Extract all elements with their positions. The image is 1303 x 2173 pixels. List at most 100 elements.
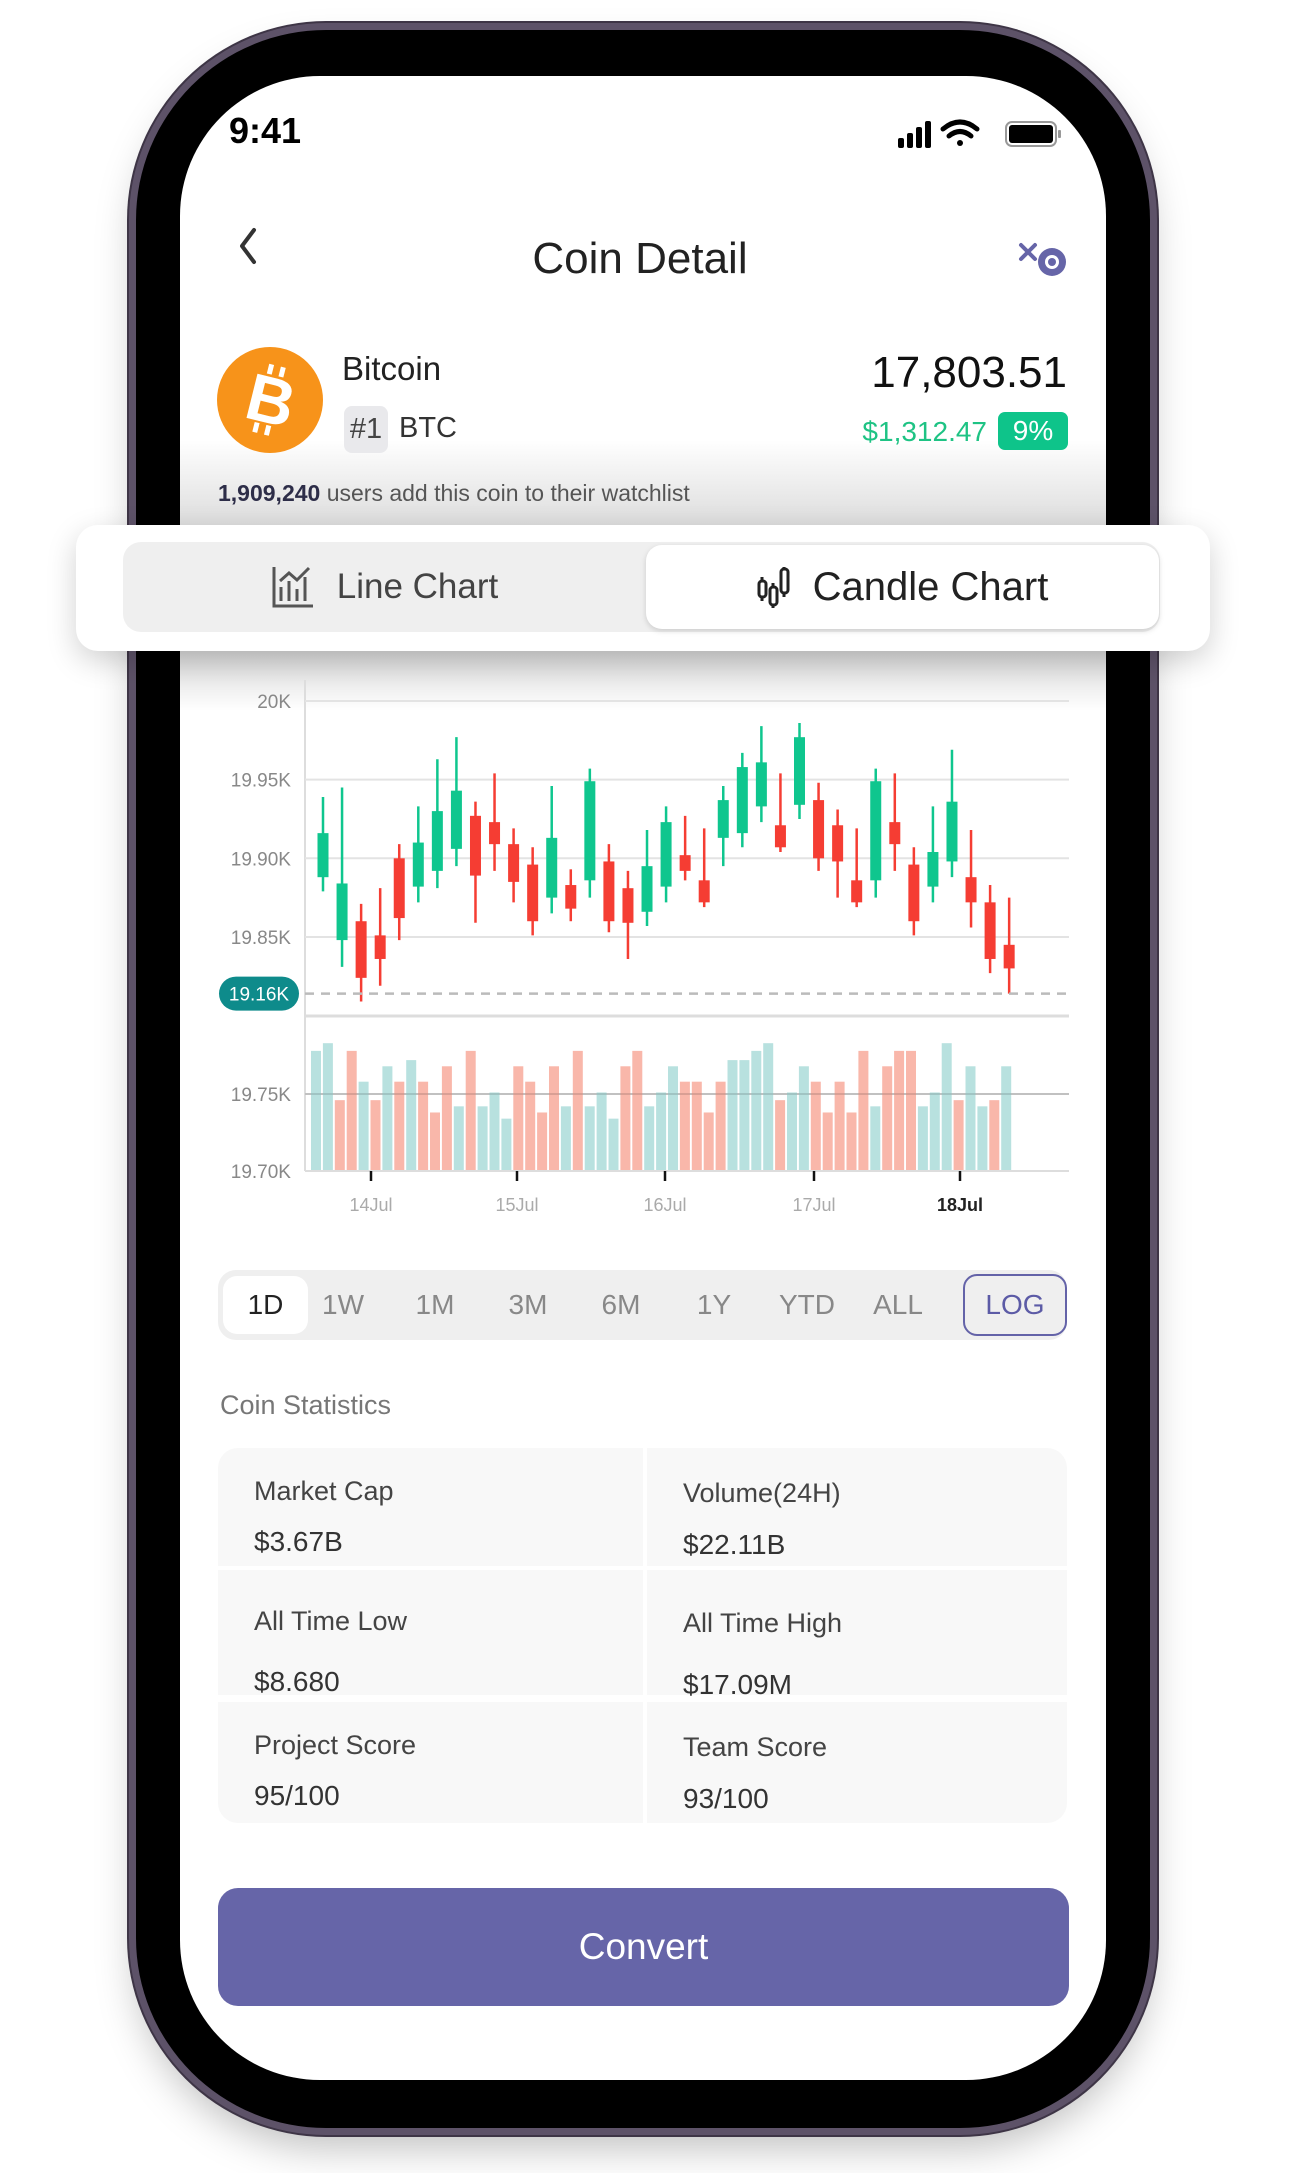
signal-icon bbox=[898, 121, 931, 148]
timeframe-6m[interactable]: 6M bbox=[581, 1276, 661, 1334]
volume-bar bbox=[787, 1092, 797, 1171]
timeframe-ytd[interactable]: YTD bbox=[767, 1276, 847, 1334]
candle-body bbox=[813, 800, 825, 859]
candle-body bbox=[412, 842, 424, 887]
volume-bar bbox=[953, 1100, 964, 1171]
timeframe-1y[interactable]: 1Y bbox=[674, 1276, 754, 1334]
volume-bar bbox=[739, 1060, 750, 1171]
volume-bar bbox=[370, 1100, 381, 1171]
chevron-left-icon[interactable] bbox=[236, 226, 260, 266]
status-time: 9:41 bbox=[229, 110, 302, 151]
wifi-icon bbox=[940, 119, 980, 146]
coin-name: Bitcoin bbox=[342, 350, 442, 387]
timeframe-3m[interactable]: 3M bbox=[488, 1276, 568, 1334]
volume-bar bbox=[334, 1100, 345, 1171]
power-button bbox=[1150, 665, 1158, 910]
volume-bar bbox=[656, 1092, 667, 1171]
rank-badge: #1 bbox=[344, 406, 388, 453]
candle-body bbox=[355, 921, 367, 978]
stat-all-time-high: All Time High $17.09M bbox=[647, 1570, 1067, 1700]
candle-body bbox=[946, 801, 958, 862]
candle-body bbox=[431, 811, 443, 871]
candle-body bbox=[508, 844, 520, 882]
stat-market-cap: Market Cap $3.67B bbox=[218, 1448, 643, 1566]
volume-bar bbox=[453, 1106, 464, 1171]
tab-label: Candle Chart bbox=[812, 564, 1049, 609]
volume-bar bbox=[679, 1081, 690, 1171]
volume-bar bbox=[906, 1050, 916, 1171]
candle-body bbox=[870, 781, 882, 881]
stat-value: $3.67B bbox=[254, 1526, 343, 1557]
volume-bar bbox=[632, 1050, 643, 1171]
candle-body bbox=[546, 837, 558, 898]
volume-bar bbox=[989, 1100, 1000, 1171]
status-icons bbox=[898, 119, 1061, 148]
candle-body bbox=[469, 815, 481, 876]
tab-candle-chart[interactable]: Candle Chart bbox=[646, 545, 1159, 629]
x-tick-label: 17Jul bbox=[792, 1195, 835, 1215]
timeframe-log[interactable]: LOG bbox=[963, 1274, 1067, 1336]
volume-bar bbox=[549, 1066, 559, 1171]
volume-bar bbox=[430, 1112, 440, 1171]
volume-down-button bbox=[128, 810, 136, 970]
candle-body bbox=[527, 864, 539, 922]
volume-bar bbox=[358, 1081, 369, 1171]
volume-bar bbox=[929, 1092, 940, 1171]
stat-value: 93/100 bbox=[683, 1783, 769, 1814]
candle-body bbox=[774, 825, 786, 848]
stat-volume-24h-: Volume(24H) $22.11B bbox=[647, 1448, 1067, 1566]
volume-bar bbox=[822, 1112, 833, 1171]
x-tick-label: 15Jul bbox=[495, 1195, 538, 1215]
price-change: $1,312.47 bbox=[862, 416, 987, 447]
watchlist-text: users add this coin to their watchlist bbox=[320, 480, 690, 506]
x-tick-label: 16Jul bbox=[643, 1195, 686, 1215]
stat-project-score: Project Score 95/100 bbox=[218, 1702, 643, 1823]
candle-body bbox=[679, 855, 691, 871]
volume-bar bbox=[941, 1043, 952, 1171]
volume-bar bbox=[751, 1050, 762, 1171]
volume-bar bbox=[382, 1066, 393, 1171]
volume-bar bbox=[894, 1050, 905, 1171]
stat-value: $17.09M bbox=[683, 1669, 792, 1700]
candle-body bbox=[622, 888, 634, 923]
volume-bar bbox=[668, 1066, 678, 1171]
candle-body bbox=[565, 885, 577, 909]
statistics-grid: Market Cap $3.67B Volume(24H) $22.11B All Ti… bbox=[218, 1448, 1067, 1823]
y-tick-label: 19.90K bbox=[231, 849, 292, 870]
eye-slash-icon[interactable] bbox=[1018, 242, 1072, 278]
candle-body bbox=[755, 762, 767, 807]
volume-bar bbox=[763, 1043, 774, 1171]
volume-bar bbox=[620, 1066, 631, 1171]
candle-body bbox=[984, 902, 996, 959]
stat-value: $22.11B bbox=[683, 1529, 786, 1560]
candle-body bbox=[374, 935, 386, 959]
candle-body bbox=[717, 800, 729, 838]
volume-bar bbox=[501, 1118, 512, 1171]
volume-bar bbox=[346, 1050, 357, 1171]
x-tick-label: 14Jul bbox=[349, 1195, 392, 1215]
volume-bar bbox=[798, 1066, 809, 1171]
candle-body bbox=[660, 822, 672, 887]
volume-bar bbox=[572, 1050, 583, 1171]
timeframe-1w[interactable]: 1W bbox=[303, 1276, 383, 1334]
statistics-heading: Coin Statistics bbox=[220, 1390, 392, 1420]
timeframe-1d[interactable]: 1D bbox=[223, 1276, 308, 1334]
candle-body bbox=[450, 790, 462, 849]
volume-bar bbox=[703, 1112, 714, 1171]
battery-icon bbox=[1005, 121, 1061, 147]
timeframe-all[interactable]: ALL bbox=[858, 1276, 938, 1334]
bitcoin-logo: B bbox=[217, 347, 323, 453]
candle-body bbox=[794, 737, 805, 805]
volume-bar bbox=[917, 1106, 928, 1171]
y-tick-label: 19.95K bbox=[231, 771, 292, 792]
volume-bar bbox=[727, 1060, 738, 1171]
tab-line-chart[interactable]: Line Chart bbox=[123, 542, 646, 632]
candle-body bbox=[336, 883, 348, 941]
timeframe-1m[interactable]: 1M bbox=[395, 1276, 475, 1334]
convert-button[interactable]: Convert bbox=[218, 1888, 1069, 2006]
volume-bar bbox=[977, 1106, 988, 1171]
candlestick-chart[interactable]: 20K 19.95K 19.90K 19.85K 19.75K 19.70K 19.16K 1… bbox=[200, 680, 1100, 1225]
stat-team-score: Team Score 93/100 bbox=[647, 1702, 1067, 1823]
mute-switch bbox=[128, 458, 136, 528]
volume-bar bbox=[596, 1092, 607, 1171]
